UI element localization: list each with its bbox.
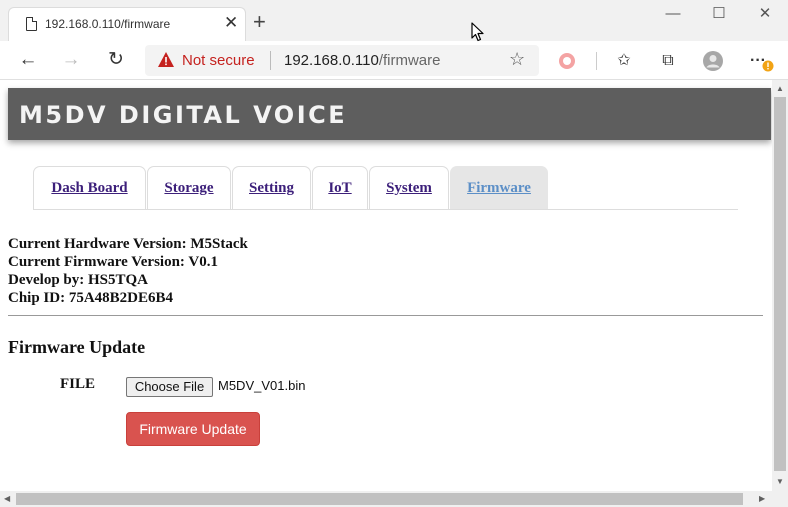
tab-dash-board[interactable]: Dash Board [33, 166, 146, 210]
reload-button[interactable]: ↻ [104, 49, 128, 71]
url-text[interactable]: 192.168.0.110/firmware [284, 52, 440, 69]
address-toolbar: ← → ↻ Not secure 192.168.0.110/firmware … [0, 41, 788, 80]
not-secure-label[interactable]: Not secure [182, 52, 255, 69]
maximize-button[interactable]: ☐ [704, 4, 734, 24]
scroll-right-arrow-icon[interactable]: ▶ [759, 495, 765, 503]
device-info: Current Hardware Version: M5Stack Curren… [8, 235, 248, 307]
forward-button[interactable]: → [59, 49, 83, 71]
horizontal-scroll-thumb[interactable] [16, 493, 743, 505]
profile-avatar[interactable] [702, 50, 724, 72]
toolbar-divider [596, 52, 597, 70]
chip-id: Chip ID: 75A48B2DE6B4 [8, 290, 174, 306]
page-viewport: M5DV DIGITAL VOICE Dash Board Storage Se… [0, 80, 772, 491]
close-window-button[interactable]: ✕ [750, 4, 780, 24]
update-badge-icon [762, 60, 774, 72]
tabs-divider [33, 209, 738, 210]
firmware-update-button[interactable]: Firmware Update [126, 412, 260, 446]
browser-tab[interactable]: 192.168.0.110/firmware ✕ [8, 7, 246, 41]
scrollbar-corner [772, 491, 788, 507]
file-label: FILE [60, 376, 96, 392]
page-title: M5DV DIGITAL VOICE [19, 101, 348, 129]
favorites-icon[interactable]: ✩ [613, 50, 635, 72]
tab-firmware[interactable]: Firmware [450, 166, 548, 210]
page-header: M5DV DIGITAL VOICE [8, 88, 771, 140]
tab-close-icon[interactable]: ✕ [224, 14, 238, 31]
scroll-left-arrow-icon[interactable]: ◀ [4, 495, 10, 503]
omnibox-divider [270, 51, 271, 70]
tab-iot[interactable]: IoT [312, 166, 368, 210]
minimize-button[interactable]: — [658, 4, 688, 24]
section-divider [8, 315, 763, 316]
firmware-update-heading: Firmware Update [8, 337, 146, 357]
url-host: 192.168.0.110 [284, 52, 379, 69]
vertical-scrollbar[interactable]: ▲ ▼ [772, 80, 788, 491]
warning-icon [158, 52, 174, 67]
extension-icon[interactable] [556, 50, 578, 72]
tab-storage[interactable]: Storage [147, 166, 231, 210]
vertical-scroll-thumb[interactable] [774, 97, 786, 471]
scroll-up-arrow-icon[interactable]: ▲ [776, 85, 784, 93]
developer-info: Develop by: HS5TQA [8, 272, 149, 288]
firmware-version: Current Firmware Version: V0.1 [8, 254, 218, 270]
favorite-star-icon[interactable]: ☆ [509, 49, 525, 70]
tab-system[interactable]: System [369, 166, 449, 210]
mouse-cursor-icon [471, 22, 484, 42]
url-path: /firmware [378, 52, 441, 69]
title-bar: 192.168.0.110/firmware ✕ + — ☐ ✕ [0, 0, 788, 41]
scroll-down-arrow-icon[interactable]: ▼ [776, 478, 784, 486]
tab-setting[interactable]: Setting [232, 166, 311, 210]
address-bar[interactable]: Not secure 192.168.0.110/firmware ☆ [145, 45, 539, 76]
tab-title: 192.168.0.110/firmware [45, 17, 171, 31]
selected-file-name: M5DV_V01.bin [218, 378, 306, 393]
back-button[interactable]: ← [16, 49, 40, 71]
hardware-version: Current Hardware Version: M5Stack [8, 236, 248, 252]
choose-file-button[interactable]: Choose File [126, 377, 213, 397]
new-tab-button[interactable]: + [253, 11, 266, 33]
page-icon [26, 17, 37, 31]
collections-icon[interactable]: ⧉ [657, 50, 679, 72]
horizontal-scrollbar[interactable]: ◀ ▶ [0, 491, 772, 507]
